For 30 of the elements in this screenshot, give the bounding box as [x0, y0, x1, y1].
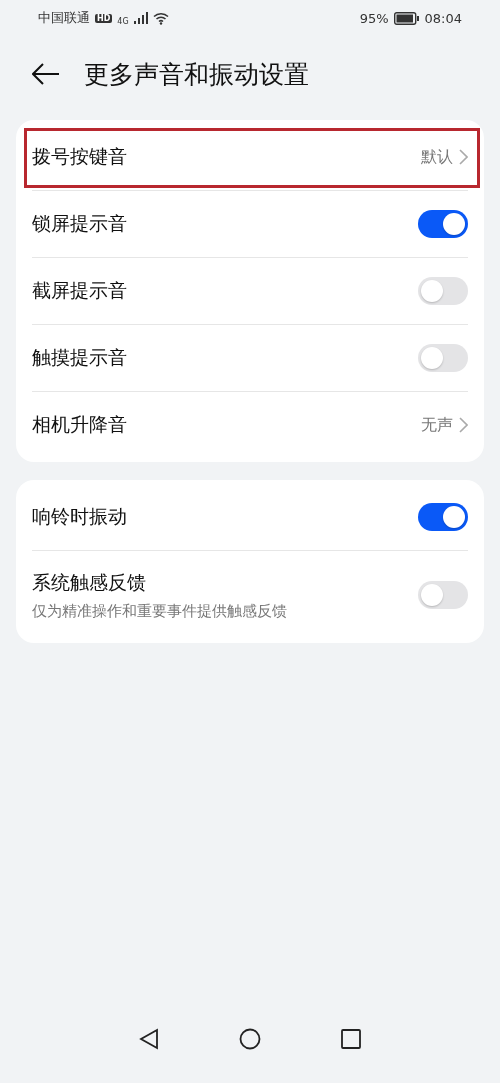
setting-label[interactable]: 拨号按键音	[32, 144, 127, 170]
recents-icon[interactable]	[341, 1029, 361, 1049]
clock-time: 08:04	[424, 10, 462, 26]
carrier-text: 中国联通	[38, 9, 90, 27]
toggle-switch[interactable]	[418, 344, 468, 372]
page-title: 更多声音和振动设置	[84, 58, 309, 91]
chevron-right-icon	[459, 417, 468, 433]
toggle-switch[interactable]	[418, 503, 468, 531]
value-text: 无声	[421, 414, 453, 436]
signal-icon	[133, 12, 148, 24]
back-arrow-icon[interactable]	[32, 63, 60, 85]
setting-label[interactable]: 相机升降音	[32, 412, 127, 438]
hd-badge: HD	[95, 13, 113, 23]
wifi-icon	[152, 11, 169, 25]
home-icon[interactable]	[239, 1028, 261, 1050]
battery-percent: 95%	[359, 10, 389, 26]
toggle-switch[interactable]	[418, 277, 468, 305]
setting-label[interactable]: 触摸提示音	[32, 345, 127, 371]
setting-label[interactable]: 响铃时振动	[32, 504, 127, 530]
setting-label[interactable]: 系统触感反馈	[32, 569, 287, 596]
value-text: 默认	[421, 146, 453, 168]
setting-description: 仅为精准操作和重要事件提供触感反馈	[32, 601, 287, 621]
setting-label[interactable]: 截屏提示音	[32, 278, 127, 304]
network-type: 4G	[117, 17, 129, 26]
toggle-switch[interactable]	[418, 210, 468, 238]
toggle-switch[interactable]	[418, 581, 468, 609]
back-icon[interactable]	[139, 1028, 159, 1050]
chevron-right-icon	[459, 149, 468, 165]
setting-label[interactable]: 锁屏提示音	[32, 211, 127, 237]
battery-icon	[393, 11, 420, 25]
